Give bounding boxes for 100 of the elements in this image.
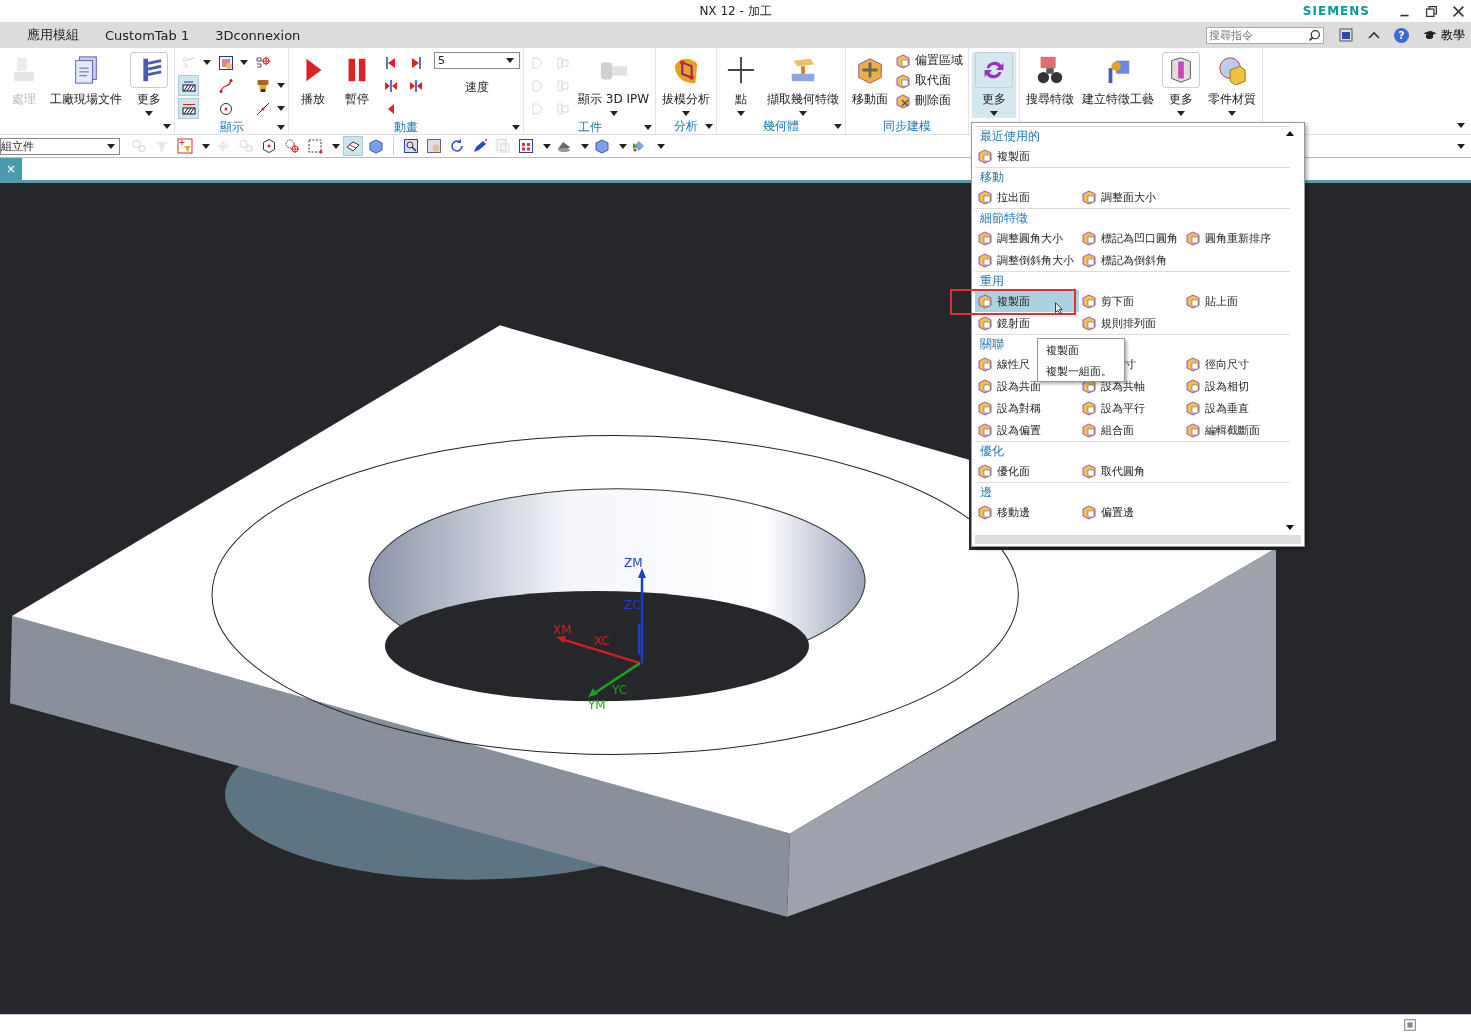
- caret-icon[interactable]: [644, 125, 653, 130]
- ribbon-button[interactable]: 取代面: [893, 72, 966, 89]
- caret-icon[interactable]: [145, 111, 153, 116]
- plate-drawing[interactable]: [10, 325, 970, 917]
- menu-item[interactable]: 取代圓角: [1079, 460, 1183, 482]
- menu-item[interactable]: 複製面: [975, 145, 1079, 167]
- cube-icon: [895, 52, 912, 69]
- section-header: 細節特徵: [975, 208, 1290, 227]
- menu-item[interactable]: 設為偏置: [975, 419, 1079, 441]
- caret-icon[interactable]: [609, 111, 618, 116]
- caret-icon[interactable]: [737, 111, 746, 116]
- cube-icon: [1081, 252, 1097, 268]
- fullscreen-icon[interactable]: [1338, 27, 1354, 43]
- menu-item[interactable]: 拉出面: [975, 186, 1079, 208]
- menu-item[interactable]: 徑向尺寸: [1183, 353, 1293, 375]
- menu-item[interactable]: 調整倒斜角大小: [975, 249, 1079, 271]
- ribbon-button[interactable]: 更多: [127, 52, 171, 118]
- menu-item[interactable]: 設為相切: [1183, 375, 1293, 397]
- menu-item[interactable]: 組合面: [1079, 419, 1183, 441]
- menu-item[interactable]: 貼上面: [1183, 290, 1293, 312]
- menu-item[interactable]: 優化面: [975, 460, 1079, 482]
- menu-item[interactable]: 調整圓角大小: [975, 227, 1079, 249]
- caret-icon[interactable]: [277, 106, 285, 111]
- caret-icon[interactable]: [277, 125, 285, 130]
- ribbon-button[interactable]: 移動面: [849, 52, 892, 118]
- ribbon-button[interactable]: 更多: [972, 52, 1017, 118]
- toolbar-button[interactable]: [424, 136, 444, 156]
- menu-item[interactable]: 移動邊: [975, 501, 1079, 523]
- scrollbar[interactable]: [975, 535, 1301, 544]
- ribbon-button[interactable]: 顯示 3D IPW: [575, 52, 653, 118]
- ribbon-button[interactable]: 刪除面: [893, 92, 966, 109]
- caret-icon[interactable]: [1457, 123, 1465, 128]
- menu-item[interactable]: 設為垂直: [1183, 397, 1293, 419]
- ribbon-button[interactable]: 擷取幾何特徵: [764, 52, 843, 118]
- caret-icon[interactable]: [163, 124, 171, 129]
- caret-icon[interactable]: [202, 143, 210, 149]
- help-button[interactable]: ?: [1394, 27, 1409, 43]
- caret-icon[interactable]: [1457, 143, 1465, 149]
- scroll-up-icon[interactable]: [1286, 131, 1294, 136]
- menu-item[interactable]: 剪下面: [1079, 290, 1183, 312]
- menu-tab[interactable]: 3Dconnexion: [206, 27, 310, 43]
- caret-icon[interactable]: [581, 143, 589, 149]
- toolbar-button[interactable]: [343, 136, 363, 156]
- caret-icon[interactable]: [990, 111, 999, 116]
- menu-item[interactable]: 標記為倒斜角: [1079, 249, 1183, 271]
- ribbon-button[interactable]: 零件材質: [1205, 52, 1260, 118]
- menu-item[interactable]: 編輯截斷面: [1183, 419, 1293, 441]
- search-icon[interactable]: [1308, 28, 1321, 42]
- caret-icon[interactable]: [705, 124, 714, 129]
- ribbon-button[interactable]: 點: [720, 52, 763, 118]
- cube-icon: [977, 400, 993, 416]
- caret-icon[interactable]: [277, 83, 285, 88]
- target-icon: [254, 54, 271, 71]
- caret-icon[interactable]: [512, 125, 520, 130]
- caret-icon[interactable]: [799, 111, 808, 116]
- restore-icon[interactable]: [1425, 4, 1438, 18]
- caret-icon[interactable]: [619, 143, 627, 149]
- caret-icon[interactable]: [834, 124, 843, 129]
- plate-corner-drawing[interactable]: [787, 549, 1276, 917]
- caret-icon[interactable]: [1177, 111, 1186, 116]
- cursor-icon[interactable]: [1054, 300, 1066, 316]
- caret-icon[interactable]: [240, 60, 248, 65]
- ribbon-button[interactable]: 搜尋特徵: [1023, 52, 1078, 118]
- toolbar-button[interactable]: [401, 136, 421, 156]
- fit-view-icon[interactable]: [1403, 1018, 1417, 1032]
- ribbon-button[interactable]: 更多: [1159, 52, 1204, 118]
- ribbon-button[interactable]: 建立特徵工藝: [1079, 52, 1158, 118]
- ribbon-button[interactable]: 播放: [292, 52, 334, 118]
- tutorial-button[interactable]: 教學: [1415, 26, 1471, 44]
- ribbon-button[interactable]: 暫停: [336, 52, 378, 118]
- caret-icon[interactable]: [657, 143, 665, 149]
- menu-item[interactable]: 鏡射面: [975, 312, 1079, 334]
- ribbon-button[interactable]: 偏置區域: [893, 52, 966, 69]
- menu-item[interactable]: 圓角重新排序: [1183, 227, 1293, 249]
- caret-icon[interactable]: [506, 58, 514, 63]
- search-field[interactable]: 搜尋指令: [1206, 26, 1324, 44]
- selection-filter-dropdown[interactable]: 組立件: [0, 137, 120, 155]
- scroll-down-icon[interactable]: [1286, 525, 1294, 530]
- menu-item[interactable]: 規則排列面: [1079, 312, 1183, 334]
- caret-icon[interactable]: [543, 143, 551, 149]
- graduation-cap-icon[interactable]: [1421, 28, 1438, 42]
- toggle-button[interactable]: [178, 98, 199, 119]
- menu-item[interactable]: 偏置邊: [1079, 501, 1183, 523]
- toolbar-button[interactable]: [516, 136, 536, 156]
- menu-tab[interactable]: CustomTab 1: [96, 27, 199, 43]
- menu-item[interactable]: 標記為凹口圓角: [1079, 227, 1183, 249]
- close-icon[interactable]: [1452, 4, 1465, 18]
- menu-item[interactable]: 調整面大小: [1079, 186, 1183, 208]
- speed-dropdown[interactable]: 5: [434, 52, 520, 69]
- ribbon-button[interactable]: 拔模分析: [659, 52, 714, 118]
- caret-icon[interactable]: [107, 143, 115, 149]
- caret-icon[interactable]: [682, 111, 691, 116]
- menu-tab[interactable]: 應用模組: [18, 26, 88, 44]
- menu-item[interactable]: 設為對稱: [975, 397, 1079, 419]
- dropdown-value: 5: [438, 54, 445, 67]
- caret-icon[interactable]: [1228, 111, 1237, 116]
- ribbon-button[interactable]: 工廠現場文件: [47, 52, 125, 118]
- menu-item[interactable]: 設為平行: [1079, 397, 1183, 419]
- toggle-button[interactable]: [178, 75, 199, 96]
- document-tab[interactable]: [0, 158, 22, 180]
